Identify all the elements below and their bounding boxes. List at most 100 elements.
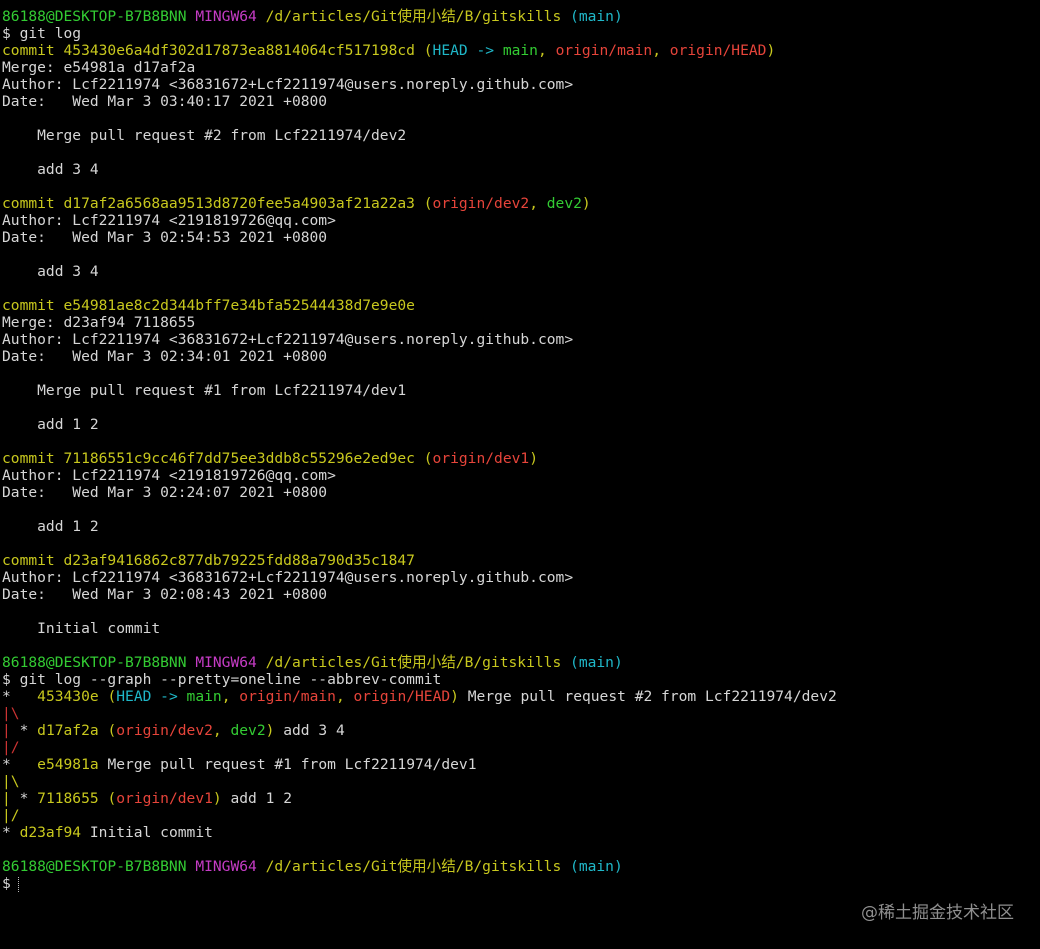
terminal-text-segment: ): [529, 450, 538, 467]
terminal-line: | * d17af2a (origin/dev2, dev2) add 3 4: [2, 722, 1038, 739]
terminal-text-segment: 7118655: [37, 790, 99, 807]
terminal-line: 86188@DESKTOP-B7B8BNN MINGW64 /d/article…: [2, 8, 1038, 25]
text-cursor: [17, 876, 20, 892]
terminal-line: Merge pull request #1 from Lcf2211974/de…: [2, 382, 1038, 399]
terminal-text-segment: commit e54981ae8c2d344bff7e34bfa52544438…: [2, 297, 415, 314]
terminal-text-segment: HEAD ->: [116, 688, 187, 705]
terminal-text-segment: Date: Wed Mar 3 02:54:53 2021 +0800: [2, 229, 328, 246]
terminal-text-segment: $: [2, 875, 11, 892]
terminal-text-segment: add 1 2: [221, 790, 292, 807]
terminal-text-segment: origin/main: [555, 42, 653, 59]
terminal-text-segment: Initial commit: [2, 620, 161, 637]
terminal-text-segment: add 1 2: [2, 518, 99, 535]
terminal-text-segment: ,: [652, 42, 670, 59]
terminal-line: Merge: e54981a d17af2a: [2, 59, 1038, 76]
terminal-text-segment: (: [414, 195, 433, 212]
terminal-line: Merge pull request #2 from Lcf2211974/de…: [2, 127, 1038, 144]
terminal-line: Date: Wed Mar 3 02:54:53 2021 +0800: [2, 229, 1038, 246]
terminal-text-segment: HEAD ->: [432, 42, 503, 59]
terminal-text-segment: Date: Wed Mar 3 03:40:17 2021 +0800: [2, 93, 328, 110]
terminal-text-segment: ,: [212, 722, 231, 739]
terminal-text-segment: Date: Wed Mar 3 02:34:01 2021 +0800: [2, 348, 328, 365]
terminal-text-segment: main: [502, 42, 538, 59]
terminal-text-segment: 453430e: [37, 688, 99, 705]
terminal-line: Author: Lcf2211974 <36831672+Lcf2211974@…: [2, 76, 1038, 93]
terminal-text-segment: e54981a: [37, 756, 99, 773]
terminal-text-segment: MINGW64: [195, 858, 257, 875]
terminal-text-segment: (: [98, 722, 117, 739]
terminal-text-segment: ,: [335, 688, 354, 705]
terminal-text-segment: commit d23af9416862c877db79225fdd88a790d…: [2, 552, 415, 569]
terminal-line: commit d17af2a6568aa9513d8720fee5a4903af…: [2, 195, 1038, 212]
terminal-line: Initial commit: [2, 620, 1038, 637]
terminal-text-segment: \: [10, 773, 20, 790]
terminal-text-segment: Date: Wed Mar 3 02:08:43 2021 +0800: [2, 586, 328, 603]
terminal-text-segment: dev2: [230, 722, 266, 739]
terminal-line: add 3 4: [2, 263, 1038, 280]
terminal-line: Author: Lcf2211974 <36831672+Lcf2211974@…: [2, 569, 1038, 586]
terminal-text-segment: 86188@DESKTOP-B7B8BNN: [2, 858, 187, 875]
terminal-text-segment: $ git log --graph --pretty=oneline --abb…: [2, 671, 442, 688]
terminal-text-segment: *: [2, 756, 38, 773]
terminal-text-segment: add 3 4: [2, 263, 99, 280]
terminal-text-segment: 86188@DESKTOP-B7B8BNN: [2, 8, 187, 25]
terminal-line: * e54981a Merge pull request #1 from Lcf…: [2, 756, 1038, 773]
terminal-line: Date: Wed Mar 3 03:40:17 2021 +0800: [2, 93, 1038, 110]
terminal-line: commit e54981ae8c2d344bff7e34bfa52544438…: [2, 297, 1038, 314]
terminal-text-segment: Merge: d23af94 7118655: [2, 314, 196, 331]
terminal-text-segment: (: [98, 688, 117, 705]
terminal-text-segment: |: [2, 705, 11, 722]
terminal-text-segment: origin/dev2: [116, 722, 213, 739]
terminal-text-segment: \: [10, 705, 20, 722]
terminal-text-segment: origin/dev2: [432, 195, 530, 212]
terminal-line: |\: [2, 773, 1038, 790]
terminal-line: commit 453430e6a4df302d17873ea8814064cf5…: [2, 42, 1038, 59]
terminal-line: Date: Wed Mar 3 02:08:43 2021 +0800: [2, 586, 1038, 603]
terminal-text-segment: |: [2, 790, 11, 807]
terminal-text-segment: |: [2, 722, 11, 739]
terminal-text-segment: *: [10, 722, 38, 739]
terminal-text-segment: Author: Lcf2211974 <36831672+Lcf2211974@…: [2, 569, 574, 586]
terminal-line: 86188@DESKTOP-B7B8BNN MINGW64 /d/article…: [2, 654, 1038, 671]
terminal-line: |\: [2, 705, 1038, 722]
terminal-line: commit d23af9416862c877db79225fdd88a790d…: [2, 552, 1038, 569]
terminal-line: add 1 2: [2, 518, 1038, 535]
terminal-text-segment: commit d17af2a6568aa9513d8720fee5a4903af…: [2, 195, 415, 212]
terminal-text-segment: (: [98, 790, 117, 807]
terminal-line: Author: Lcf2211974 <2191819726@qq.com>: [2, 212, 1038, 229]
terminal-text-segment: Initial commit: [81, 824, 213, 841]
terminal-text-segment: Author: Lcf2211974 <36831672+Lcf2211974@…: [2, 331, 574, 348]
watermark-text: @稀土掘金技术社区: [861, 903, 1014, 923]
terminal-text-segment: ,: [537, 42, 556, 59]
terminal-line: | * 7118655 (origin/dev1) add 1 2: [2, 790, 1038, 807]
terminal-text-segment: commit 453430e6a4df302d17873ea8814064cf5…: [2, 42, 415, 59]
terminal-text-segment: Date: Wed Mar 3 02:24:07 2021 +0800: [2, 484, 328, 501]
terminal-text-segment: *: [10, 790, 38, 807]
terminal-text-segment: Author: Lcf2211974 <2191819726@qq.com>: [2, 467, 336, 484]
terminal-line: Date: Wed Mar 3 02:24:07 2021 +0800: [2, 484, 1038, 501]
terminal-text-segment: (: [414, 42, 433, 59]
terminal-line: $ git log --graph --pretty=oneline --abb…: [2, 671, 1038, 688]
terminal-text-segment: (: [414, 450, 433, 467]
terminal-text-segment: (main): [570, 654, 623, 671]
terminal-line: |/: [2, 739, 1038, 756]
terminal-text-segment: ,: [529, 195, 547, 212]
terminal-text-segment: ): [212, 790, 222, 807]
terminal-output[interactable]: 86188@DESKTOP-B7B8BNN MINGW64 /d/article…: [2, 8, 1038, 892]
terminal-text-segment: Author: Lcf2211974 <36831672+Lcf2211974@…: [2, 76, 574, 93]
